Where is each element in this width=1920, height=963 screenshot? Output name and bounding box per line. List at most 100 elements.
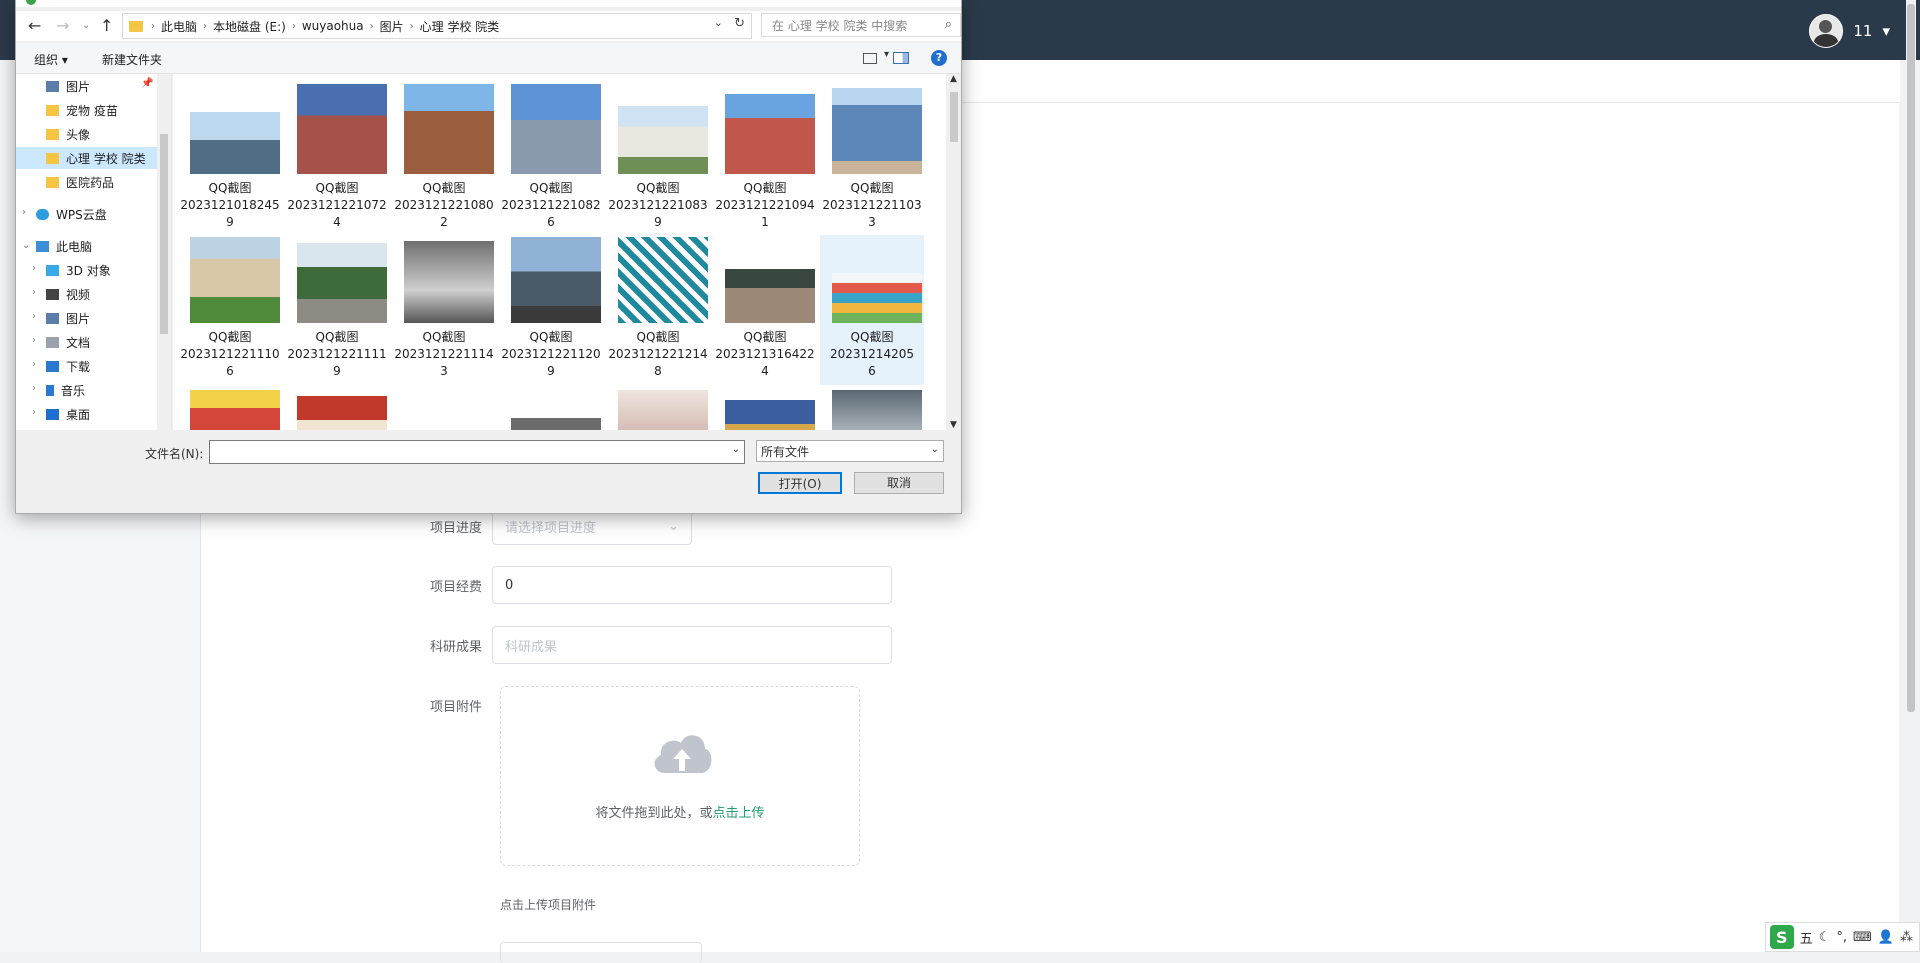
expand-arrow-icon[interactable]: › (32, 335, 36, 346)
breadcrumb-item[interactable]: 本地磁盘 (E:) (213, 18, 286, 35)
nav-item-folder[interactable]: 头像 (46, 123, 90, 145)
nav-item-videos[interactable]: 视频 (46, 283, 90, 305)
scrollbar-thumb[interactable] (950, 92, 958, 142)
ime-keyboard-icon[interactable]: ⌨ (1853, 930, 1872, 945)
filename-input[interactable]: ⌄ (209, 440, 745, 464)
nav-item-this-pc[interactable]: 此电脑 (36, 235, 92, 257)
file-item-selected[interactable]: QQ截图 20231214205 6 (820, 235, 924, 385)
result-input[interactable]: 科研成果 (492, 626, 892, 664)
file-name: QQ截图 2023121221094 1 (715, 181, 815, 229)
nav-item-downloads[interactable]: 下载 (46, 355, 90, 377)
organize-button[interactable]: 组织 ▾ (34, 51, 68, 68)
file-item[interactable] (499, 388, 603, 430)
breadcrumb-item[interactable]: wuyaohua (302, 19, 364, 33)
username[interactable]: 11 (1853, 22, 1872, 40)
form-row-funds: 项目经费 0 (420, 566, 892, 604)
breadcrumb-item[interactable]: 图片 (380, 18, 404, 35)
nav-item-3d-objects[interactable]: 3D 对象 (46, 259, 111, 281)
ime-grid-icon[interactable]: ⁂ (1900, 930, 1913, 945)
expand-arrow-icon[interactable]: › (32, 359, 36, 370)
page-scrollbar[interactable] (1906, 0, 1916, 950)
up-arrow-icon[interactable]: ↑ (100, 16, 113, 35)
back-arrow-icon[interactable]: ← (28, 16, 41, 35)
file-item[interactable] (713, 388, 817, 430)
search-input[interactable]: 在 心理 学校 院类 中搜索 ⌕ (761, 13, 961, 37)
address-dropdown-icon[interactable]: ⌄ (714, 16, 723, 29)
expand-arrow-icon[interactable]: › (32, 263, 36, 274)
preview-pane-icon[interactable] (893, 52, 909, 64)
recent-dropdown-icon[interactable]: ⌄ (82, 20, 90, 31)
address-bar[interactable]: › 此电脑 › 本地磁盘 (E:) › wuyaohua › 图片 › 心理 学… (122, 13, 752, 39)
file-item[interactable] (178, 388, 282, 430)
file-item[interactable]: QQ截图 2023121316422 4 (713, 235, 817, 385)
file-name: QQ截图 2023121316422 4 (715, 330, 815, 378)
file-item[interactable]: QQ截图 2023121221111 9 (285, 235, 389, 385)
nav-item-desktop[interactable]: 桌面 (46, 403, 90, 425)
ime-logo-icon[interactable]: S (1769, 925, 1794, 949)
collapse-arrow-icon[interactable]: ⌄ (22, 240, 30, 251)
help-icon[interactable]: ? (931, 50, 947, 66)
ime-moon-icon[interactable]: ☾ (1819, 930, 1831, 945)
file-item[interactable]: QQ截图 2023121221214 8 (606, 235, 710, 385)
expand-arrow-icon[interactable]: › (32, 287, 36, 298)
caret-down-icon[interactable]: ▾ (1882, 22, 1890, 40)
files-scrollbar[interactable]: ▲ ▼ (947, 74, 961, 430)
new-folder-button[interactable]: 新建文件夹 (102, 51, 162, 68)
cancel-button[interactable]: 取消 (854, 472, 944, 494)
ime-punct-icon[interactable]: °, (1836, 930, 1847, 945)
file-item[interactable]: QQ截图 2023121221080 2 (392, 82, 496, 232)
file-item[interactable] (820, 388, 924, 430)
nav-item-folder[interactable]: 宠物 疫苗 (46, 99, 118, 121)
ime-mode[interactable]: 五 (1800, 928, 1813, 947)
scrollbar-thumb[interactable] (1907, 4, 1915, 712)
file-item[interactable]: QQ截图 2023121221114 3 (392, 235, 496, 385)
nav-item-wps-cloud[interactable]: WPS云盘 (36, 203, 107, 225)
image-thumbnail (297, 84, 387, 174)
nav-item-current-folder[interactable]: 心理 学校 院类 (16, 147, 157, 169)
user-menu[interactable]: 11 ▾ (1809, 14, 1890, 48)
next-field[interactable] (500, 942, 702, 963)
file-item[interactable]: QQ截图 2023121018245 9 (178, 82, 282, 232)
expand-arrow-icon[interactable]: › (22, 207, 26, 218)
view-dropdown-icon[interactable]: ▾ (884, 49, 889, 60)
open-button[interactable]: 打开(O) (758, 472, 842, 494)
scrollbar-thumb[interactable] (160, 134, 168, 334)
forward-arrow-icon[interactable]: → (56, 16, 69, 35)
file-item[interactable]: QQ截图 2023121221083 9 (606, 82, 710, 232)
filetype-select[interactable]: 所有文件 ⌄ (756, 440, 944, 462)
scroll-down-icon[interactable]: ▼ (950, 420, 957, 430)
address-row: ← → ⌄ ↑ › 此电脑 › 本地磁盘 (E:) › wuyaohua › 图… (16, 11, 961, 41)
nav-item-music[interactable]: 音乐 (46, 379, 85, 401)
upload-dropzone[interactable]: 将文件拖到此处，或点击上传 (500, 686, 860, 866)
file-item[interactable] (285, 388, 389, 430)
file-item[interactable]: QQ截图 2023121221082 6 (499, 82, 603, 232)
avatar[interactable] (1809, 14, 1844, 48)
file-item[interactable]: QQ截图 2023121221072 4 (285, 82, 389, 232)
file-item[interactable] (606, 388, 710, 430)
nav-item-documents[interactable]: 文档 (46, 331, 90, 353)
nav-item-pictures[interactable]: 图片 (46, 307, 90, 329)
folder-icon (129, 20, 143, 32)
expand-arrow-icon[interactable]: › (32, 311, 36, 322)
file-name: QQ截图 2023121221082 6 (501, 181, 601, 229)
expand-arrow-icon[interactable]: › (32, 383, 36, 394)
chevron-down-icon[interactable]: ⌄ (732, 444, 740, 455)
upload-link[interactable]: 点击上传 (713, 806, 765, 821)
nav-item-pictures-pinned[interactable]: 图片 (46, 75, 90, 97)
view-icon[interactable] (863, 53, 877, 64)
expand-arrow-icon[interactable]: › (32, 407, 36, 418)
image-thumbnail (404, 84, 494, 174)
nav-scrollbar[interactable] (157, 74, 171, 430)
breadcrumb-item[interactable]: 此电脑 (161, 18, 197, 35)
nav-item-folder[interactable]: 医院药品 (46, 171, 114, 193)
funds-label: 项目经费 (429, 579, 482, 595)
file-item[interactable]: QQ截图 2023121221094 1 (713, 82, 817, 232)
funds-input[interactable]: 0 (492, 566, 892, 604)
ime-user-icon[interactable]: 👤 (1878, 930, 1894, 945)
file-item[interactable]: QQ截图 2023121221103 3 (820, 82, 924, 232)
file-item[interactable]: QQ截图 2023121221120 9 (499, 235, 603, 385)
breadcrumb-item[interactable]: 心理 学校 院类 (420, 18, 500, 35)
file-item[interactable]: QQ截图 2023121221110 6 (178, 235, 282, 385)
refresh-icon[interactable]: ↻ (734, 16, 745, 31)
scroll-up-icon[interactable]: ▲ (950, 74, 957, 84)
